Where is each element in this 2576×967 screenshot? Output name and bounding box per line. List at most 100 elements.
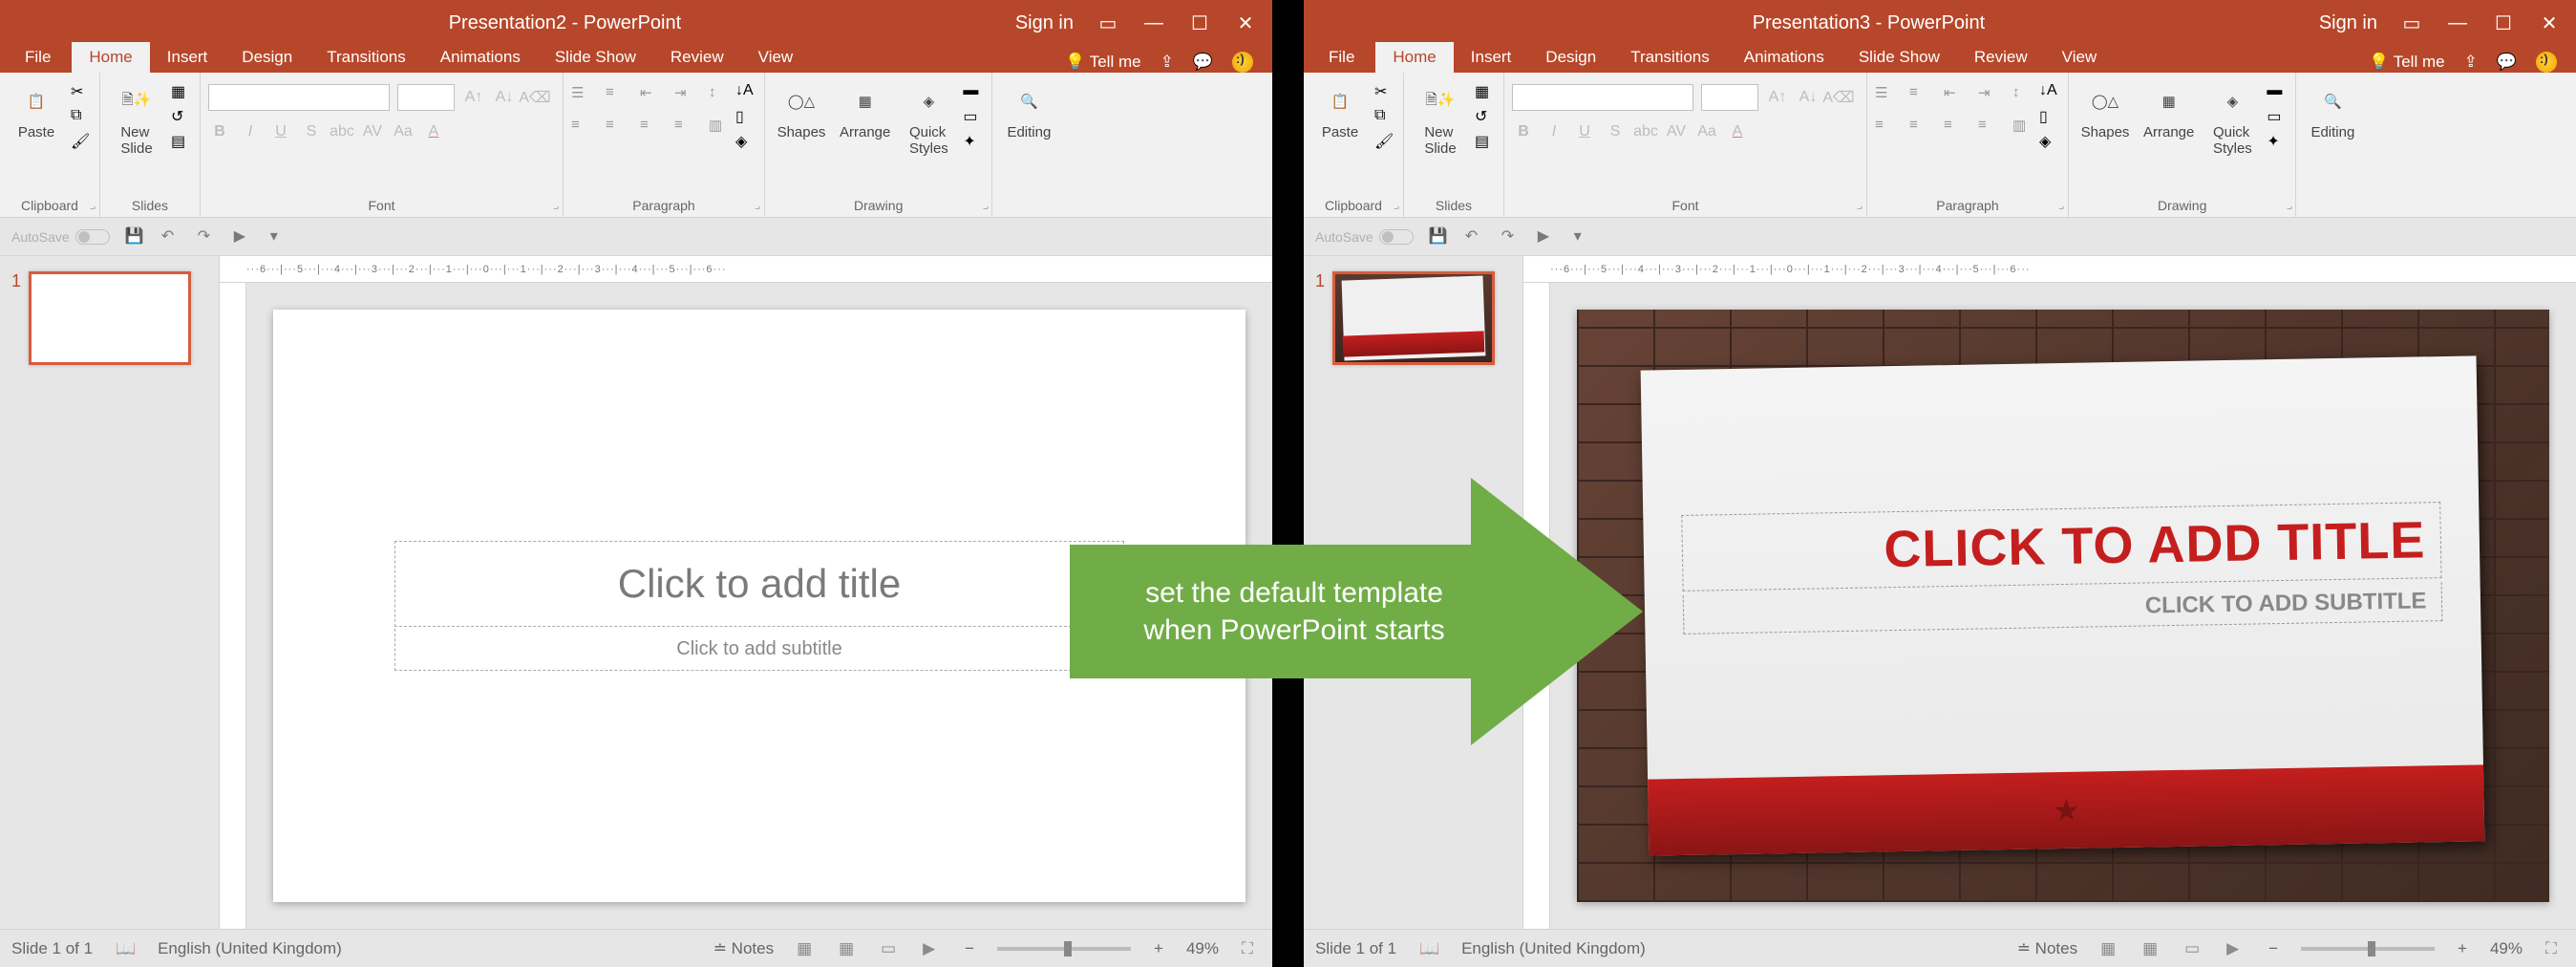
editing-button[interactable]: 🔍Editing (1000, 78, 1057, 144)
italic-button[interactable]: I (239, 120, 262, 143)
share-icon[interactable]: ⇪ (2464, 53, 2478, 72)
shapes-button[interactable]: ◯△Shapes (773, 78, 830, 144)
tab-home[interactable]: Home (72, 42, 149, 73)
signin-link[interactable]: Sign in (2319, 12, 2377, 34)
autosave-toggle[interactable]: AutoSave (11, 229, 110, 245)
quick-styles-button[interactable]: ◈Quick Styles (2203, 78, 2261, 161)
redo-icon[interactable]: ↷ (198, 226, 219, 247)
bullets-icon[interactable]: ☰ (571, 84, 592, 105)
quick-styles-button[interactable]: ◈Quick Styles (900, 78, 957, 161)
qat-more-icon[interactable]: ▾ (270, 226, 291, 247)
maximize-icon[interactable]: ☐ (1188, 11, 1211, 34)
close-icon[interactable]: ✕ (1234, 11, 1257, 34)
new-slide-button[interactable]: 🗎✨ New Slide (108, 78, 165, 161)
zoom-slider[interactable] (997, 947, 1131, 951)
tab-insert[interactable]: Insert (150, 42, 225, 73)
line-spacing-icon[interactable]: ↕ (709, 84, 730, 105)
signin-link[interactable]: Sign in (1015, 12, 1074, 34)
tab-view[interactable]: View (2045, 42, 2115, 73)
line-spacing-icon[interactable]: ↕ (2012, 84, 2033, 105)
grow-font-icon[interactable]: A↑ (462, 86, 485, 109)
reading-view-icon[interactable]: ▭ (2184, 939, 2203, 958)
align-left-icon[interactable]: ≡ (571, 117, 592, 138)
feedback-icon[interactable] (1232, 52, 1253, 73)
bullets-icon[interactable]: ☰ (1875, 84, 1896, 105)
bold-button[interactable]: B (1512, 120, 1535, 143)
shape-fill-icon[interactable]: ▬ (963, 82, 984, 103)
new-slide-button[interactable]: 🗎✨New Slide (1412, 78, 1469, 161)
font-family-select[interactable] (1512, 84, 1693, 111)
maximize-icon[interactable]: ☐ (2492, 11, 2515, 34)
tab-file[interactable]: File (1311, 42, 1372, 73)
title-placeholder[interactable]: Click to add title (394, 541, 1124, 627)
spacing-button[interactable]: AV (1665, 120, 1688, 143)
underline-button[interactable]: U (1573, 120, 1596, 143)
smartart-icon[interactable]: ◈ (735, 132, 756, 153)
paste-button[interactable]: 📋Paste (1311, 78, 1369, 144)
align-left-icon[interactable]: ≡ (1875, 117, 1896, 138)
indent-dec-icon[interactable]: ⇤ (640, 84, 661, 105)
tab-review[interactable]: Review (1957, 42, 2045, 73)
tab-transitions[interactable]: Transitions (1613, 42, 1727, 73)
shrink-font-icon[interactable]: A↓ (493, 86, 516, 109)
start-slideshow-icon[interactable]: ▶ (234, 226, 255, 247)
zoom-level[interactable]: 49% (1186, 939, 1219, 958)
align-center-icon[interactable]: ≡ (606, 117, 627, 138)
minimize-icon[interactable]: — (1142, 11, 1165, 34)
slideshow-view-icon[interactable]: ▶ (923, 939, 942, 958)
zoom-in-icon[interactable]: + (1154, 939, 1163, 958)
bold-button[interactable]: B (208, 120, 231, 143)
spacing-button[interactable]: AV (361, 120, 384, 143)
notes-button[interactable]: ≐ Notes (713, 939, 774, 958)
clear-format-icon[interactable]: A⌫ (523, 86, 546, 109)
strike-button[interactable]: abc (330, 120, 353, 143)
clear-format-icon[interactable]: A⌫ (1827, 86, 1850, 109)
tab-slideshow[interactable]: Slide Show (1842, 42, 1957, 73)
font-color-button[interactable]: A (422, 120, 445, 143)
shapes-button[interactable]: ◯△Shapes (2076, 78, 2134, 144)
redo-icon[interactable]: ↷ (1501, 226, 1522, 247)
ribbon-display-icon[interactable]: ▭ (2400, 11, 2423, 34)
zoom-level[interactable]: 49% (2490, 939, 2523, 958)
normal-view-icon[interactable]: ▦ (2100, 939, 2119, 958)
italic-button[interactable]: I (1543, 120, 1565, 143)
shape-fill-icon[interactable]: ▬ (2267, 82, 2288, 103)
editing-button[interactable]: 🔍Editing (2304, 78, 2361, 144)
spell-check-icon[interactable]: 📖 (116, 939, 135, 958)
comments-icon[interactable]: 💬 (2497, 53, 2517, 72)
fit-to-window-icon[interactable]: ⛶ (1242, 939, 1261, 958)
section-icon[interactable]: ▤ (1475, 132, 1496, 153)
normal-view-icon[interactable]: ▦ (797, 939, 816, 958)
fit-to-window-icon[interactable]: ⛶ (2545, 939, 2565, 958)
minimize-icon[interactable]: — (2446, 11, 2469, 34)
smartart-icon[interactable]: ◈ (2039, 132, 2060, 153)
shape-outline-icon[interactable]: ▭ (2267, 107, 2288, 128)
section-icon[interactable]: ▤ (171, 132, 192, 153)
zoom-slider[interactable] (2301, 947, 2435, 951)
ribbon-display-icon[interactable]: ▭ (1096, 11, 1119, 34)
align-text-icon[interactable]: ▯ (735, 107, 756, 128)
slide-counter[interactable]: Slide 1 of 1 (1315, 939, 1396, 958)
tab-home[interactable]: Home (1375, 42, 1453, 73)
tab-animations[interactable]: Animations (423, 42, 538, 73)
tab-file[interactable]: File (8, 42, 68, 73)
justify-icon[interactable]: ≡ (674, 117, 695, 138)
close-icon[interactable]: ✕ (2538, 11, 2561, 34)
subtitle-placeholder[interactable]: Click to add subtitle (394, 629, 1124, 671)
share-icon[interactable]: ⇪ (1160, 53, 1174, 72)
columns-icon[interactable]: ▥ (709, 117, 730, 138)
arrange-button[interactable]: ▦Arrange (2140, 78, 2198, 144)
undo-icon[interactable]: ↶ (161, 226, 182, 247)
autosave-toggle[interactable]: AutoSave (1315, 229, 1414, 245)
align-right-icon[interactable]: ≡ (640, 117, 661, 138)
shrink-font-icon[interactable]: A↓ (1797, 86, 1820, 109)
shape-outline-icon[interactable]: ▭ (963, 107, 984, 128)
indent-inc-icon[interactable]: ⇥ (674, 84, 695, 105)
font-family-select[interactable] (208, 84, 390, 111)
numbering-icon[interactable]: ≡ (606, 84, 627, 105)
text-direction-icon[interactable]: ↓A (735, 82, 756, 103)
indent-inc-icon[interactable]: ⇥ (1978, 84, 1999, 105)
tab-view[interactable]: View (741, 42, 811, 73)
grow-font-icon[interactable]: A↑ (1766, 86, 1789, 109)
tab-animations[interactable]: Animations (1727, 42, 1842, 73)
